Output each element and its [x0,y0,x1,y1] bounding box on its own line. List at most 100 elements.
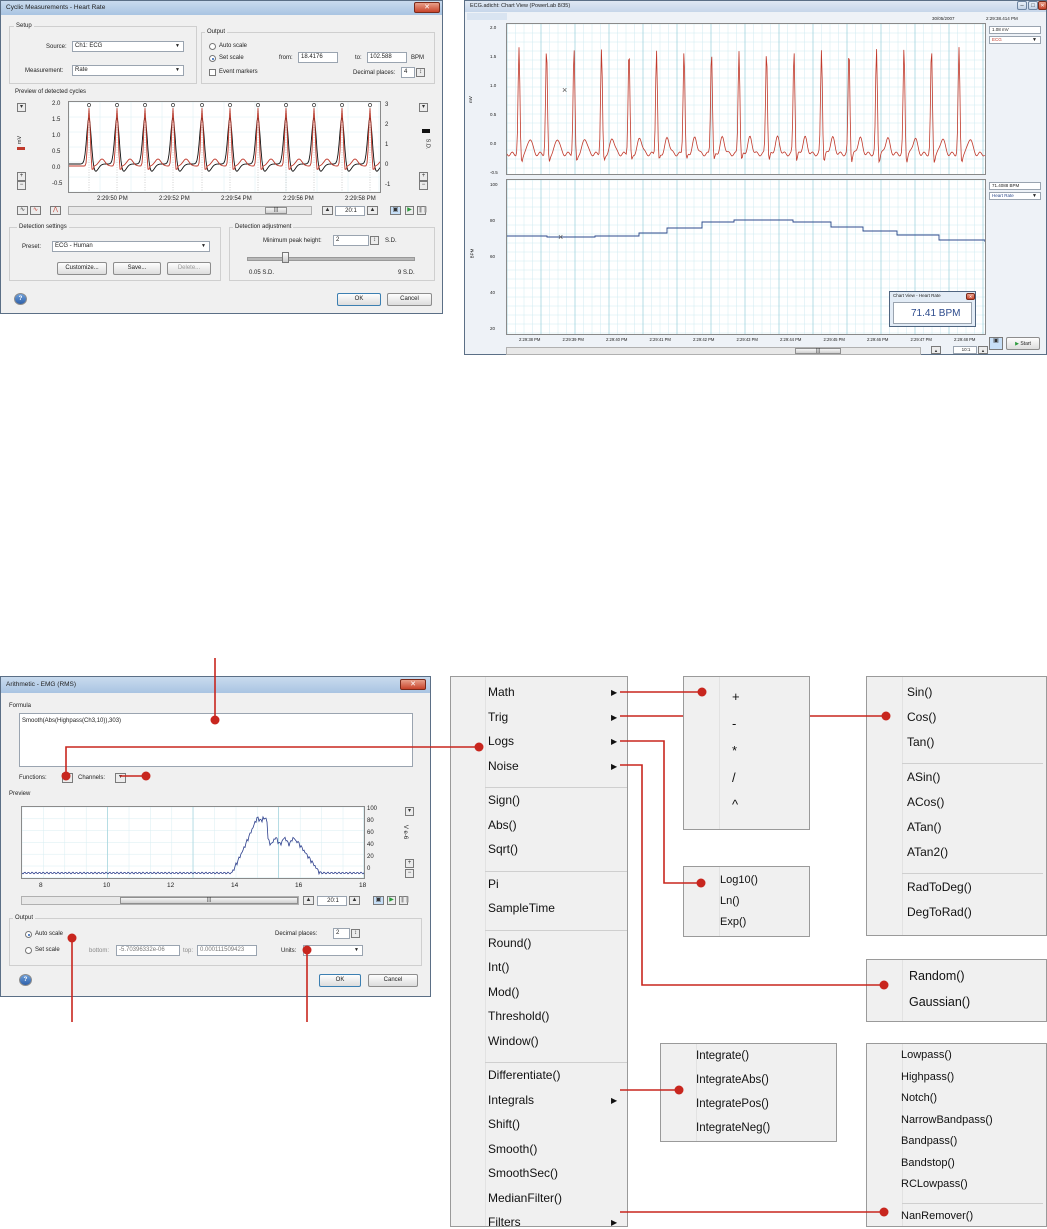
auto-scale-radio[interactable] [209,43,216,50]
menu-item-asin[interactable]: ASin() [907,770,940,784]
menu-item-math[interactable]: Math [488,685,515,699]
waveform-marked-icon[interactable]: ∿ [30,206,41,215]
zoom-in-icon[interactable]: + [405,859,414,868]
menu-item-mod[interactable]: Mod() [488,985,519,999]
menu-item-differentiate[interactable]: Differentiate() [488,1068,560,1082]
zoom-out-icon[interactable]: − [17,181,26,190]
min-peak-stepper[interactable]: ↕ [370,236,379,245]
popup-close-button[interactable]: ✕ [966,293,975,300]
start-button[interactable]: ▶ Start [1006,337,1040,350]
cancel-button[interactable]: Cancel [368,974,418,987]
menu-item-integratepos[interactable]: IntegratePos() [696,1098,769,1110]
menu-item-int[interactable]: Int() [488,960,509,974]
scroll-thumb[interactable]: ||| [120,897,298,904]
menu-item-[interactable]: - [732,716,736,731]
menu-item-pi[interactable]: Pi [488,877,499,891]
slider-track[interactable] [247,257,415,261]
menu-item-log10[interactable]: Log10() [720,874,758,886]
mountain-large-icon[interactable]: ▲ [978,346,988,354]
set-scale-radio[interactable] [25,947,32,954]
menu-item-acos[interactable]: ACos() [907,795,944,809]
pause-icon[interactable]: ❚❚ [417,206,428,215]
zoom-ratio[interactable]: 20:1 [335,206,365,216]
menu-item-smoothsec[interactable]: SmoothSec() [488,1166,558,1180]
menu-item-atan2[interactable]: ATan2() [907,845,948,859]
menu-item-integrate[interactable]: Integrate() [696,1050,749,1062]
close-button[interactable]: ✕ [400,679,426,690]
menu-item-nanremover[interactable]: NanRemover() [901,1210,973,1222]
menu-item-window[interactable]: Window() [488,1034,539,1048]
menu-item-integrateneg[interactable]: IntegrateNeg() [696,1122,770,1134]
source-select[interactable]: Ch1: ECG ▼ [72,41,184,52]
menu-item-round[interactable]: Round() [488,936,531,950]
menu-item-rclowpass[interactable]: RCLowpass() [901,1178,968,1190]
ok-button[interactable]: OK [337,293,381,306]
menu-item-ln[interactable]: Ln() [720,895,740,907]
zoom-out-icon[interactable]: − [419,181,428,190]
menu-item-bandstop[interactable]: Bandstop() [901,1157,955,1169]
close-button[interactable]: ✕ [1038,1,1047,10]
chevron-down-icon[interactable]: ▾ [419,103,428,112]
decimal-stepper[interactable]: ↕ [351,929,360,938]
menu-item-sampletime[interactable]: SampleTime [488,901,555,915]
menu-item-cos[interactable]: Cos() [907,710,936,724]
help-button[interactable]: ? [19,974,32,986]
event-markers-checkbox[interactable] [209,69,216,76]
chart-scrollbar[interactable]: ||| [506,347,921,355]
save-button[interactable]: Save... [113,262,161,275]
functions-menu-button[interactable]: ▾ [62,773,73,783]
menu-item-medianfilter[interactable]: MedianFilter() [488,1191,562,1205]
minimize-button[interactable]: – [1017,1,1027,10]
mountain-small-icon[interactable]: ▲ [303,896,314,905]
bottom-input[interactable]: -5.70396332e-06 [116,945,180,956]
slider-thumb[interactable] [282,252,289,263]
ok-button[interactable]: OK [319,974,361,987]
from-input[interactable]: 18.4176 [298,52,338,63]
monitor-icon[interactable]: ▣ [989,337,1003,350]
zoom-out-icon[interactable]: − [405,869,414,878]
scroll-thumb[interactable]: ||| [795,348,841,354]
mountain-large-icon[interactable]: ▲ [367,206,378,215]
units-select[interactable]: V ▼ [303,945,363,956]
play-icon[interactable]: ▶ [405,206,414,215]
menu-item-trig[interactable]: Trig [488,710,508,724]
menu-item-exp[interactable]: Exp() [720,916,746,928]
menu-item-smooth[interactable]: Smooth() [488,1142,537,1156]
zoom-in-icon[interactable]: + [17,172,26,181]
heart-rate-popup[interactable]: Chart View - Heart Rate ✕ 71.41 BPM [889,291,976,327]
decimal-places-input[interactable]: 2 [333,928,350,939]
top-input[interactable]: 0.000111509423 [197,945,257,956]
measurement-select[interactable]: Rate ▼ [72,65,184,76]
cancel-button[interactable]: Cancel [387,293,432,306]
heart-rate-channel-select[interactable]: Heart Rate ▼ [989,192,1041,200]
menu-item-[interactable]: ^ [732,797,738,812]
menu-item-noise[interactable]: Noise [488,759,519,773]
play-icon[interactable]: ▶ [387,896,396,905]
close-button[interactable]: ✕ [414,2,440,13]
menu-item-[interactable]: + [732,689,740,704]
menu-item-degtorad[interactable]: DegToRad() [907,905,972,919]
decimal-places-input[interactable]: 4 [401,67,415,78]
auto-scale-radio[interactable] [25,931,32,938]
chevron-down-icon[interactable]: ▾ [17,103,26,112]
channels-menu-button[interactable]: ▾ [115,773,126,783]
menu-item-lowpass[interactable]: Lowpass() [901,1049,952,1061]
min-peak-input[interactable]: 2 [333,235,369,246]
zoom-in-icon[interactable]: + [419,172,428,181]
menu-item-bandpass[interactable]: Bandpass() [901,1135,957,1147]
preview-scrollbar[interactable]: ||| [68,206,312,215]
zoom-ratio[interactable]: 10:1 [953,346,977,354]
chevron-down-icon[interactable]: ▾ [405,807,414,816]
menu-item-narrowbandpass[interactable]: NarrowBandpass() [901,1114,993,1126]
zoom-ratio[interactable]: 20:1 [317,896,347,906]
preview-scrollbar[interactable]: ||| [21,896,299,905]
menu-item-notch[interactable]: Notch() [901,1092,937,1104]
maximize-button[interactable]: □ [1028,1,1038,10]
menu-item-sign[interactable]: Sign() [488,793,520,807]
menu-item-integrateabs[interactable]: IntegrateAbs() [696,1074,769,1086]
scroll-thumb[interactable]: ||| [265,207,287,214]
mountain-large-icon[interactable]: ▲ [349,896,360,905]
waveform-icon[interactable]: ∿ [17,206,28,215]
menu-item-logs[interactable]: Logs [488,734,514,748]
menu-item-sqrt[interactable]: Sqrt() [488,842,518,856]
